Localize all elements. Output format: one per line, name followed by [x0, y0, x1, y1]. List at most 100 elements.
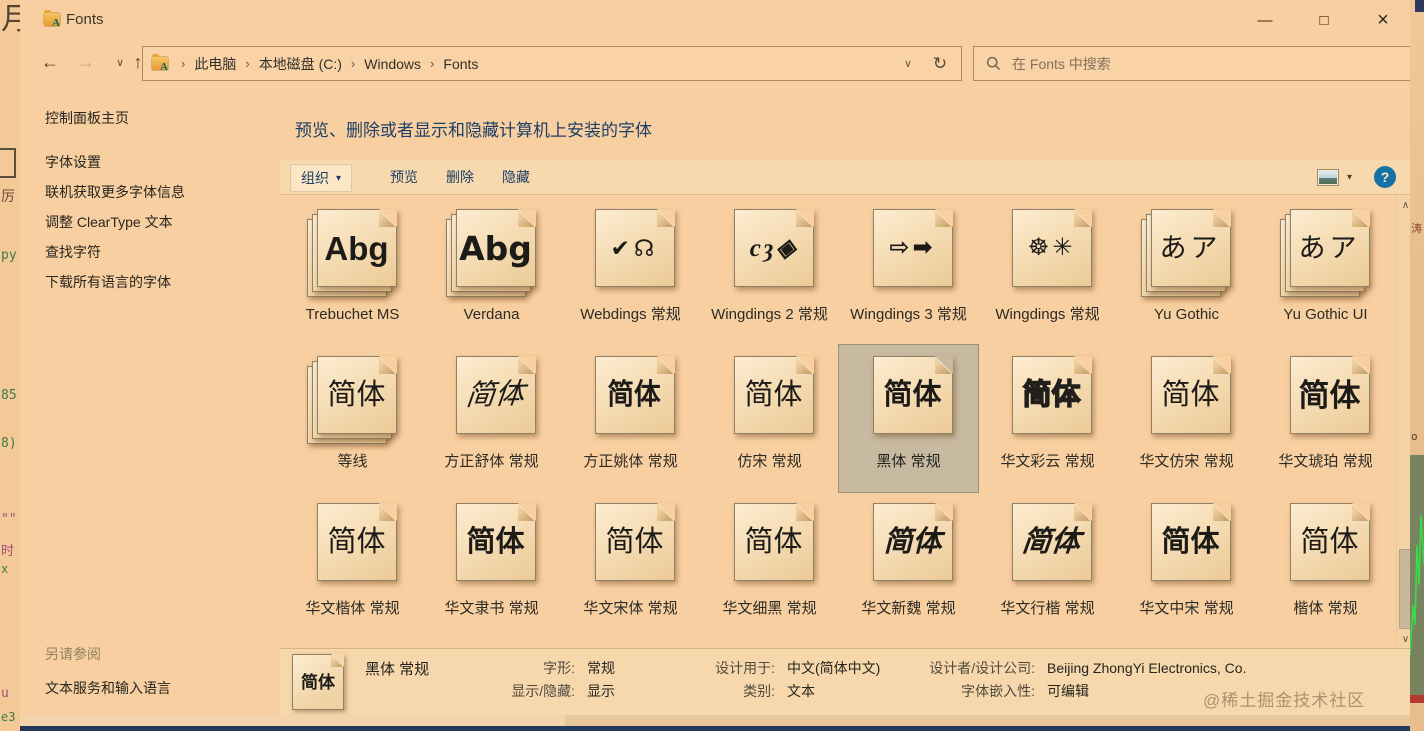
window-title: Fonts — [66, 11, 104, 28]
font-item[interactable]: 简体 楷体 常规 — [1256, 492, 1395, 639]
font-preview-glyph: 简体 — [1161, 378, 1220, 411]
sidebar-item-control-panel-home[interactable]: 控制面板主页 — [45, 108, 129, 128]
font-preview-glyph: 简体 — [327, 525, 386, 558]
breadcrumb-separator-icon: › — [245, 56, 250, 71]
font-preview-glyph: 简体 — [1300, 525, 1359, 558]
sidebar-see-also-link[interactable]: 文本服务和输入语言 — [45, 678, 171, 708]
address-bar[interactable]: A › 此电脑 › 本地磁盘 (C:) › Windows › Fonts ∨ — [142, 46, 922, 81]
page-icon: ⇨➡ — [872, 209, 953, 287]
change-view-button[interactable]: ▾ — [1316, 168, 1352, 186]
font-file-icon: ☸✳ — [1002, 209, 1094, 301]
refresh-button[interactable]: ↻ — [919, 46, 962, 81]
font-item[interactable]: 简体 华文琥珀 常规 — [1256, 345, 1395, 492]
font-preview-glyph: 简体 — [605, 525, 664, 558]
watermark: @稀土掘金技术社区 — [1203, 691, 1366, 710]
minimize-button[interactable]: — — [1242, 0, 1288, 40]
page-icon: 简体 — [1150, 356, 1231, 434]
toolbar-command[interactable]: 删除 — [432, 167, 488, 187]
font-file-icon: Abg — [306, 209, 399, 301]
forward-button[interactable]: → — [72, 48, 100, 76]
page-icon: あア — [1150, 209, 1231, 287]
font-item[interactable]: 简体 华文楷体 常规 — [283, 492, 422, 639]
font-file-icon: 简体 — [1002, 356, 1094, 448]
background-text-fragment: 85 — [1, 388, 17, 403]
font-item[interactable]: cȝ◈ Wingdings 2 常规 — [700, 198, 839, 345]
breadcrumb-item[interactable]: Fonts — [443, 56, 478, 72]
command-toolbar: 组织 ▾ 预览 删除 隐藏 ▾ ? — [280, 160, 1410, 195]
selected-font-icon: 简体 — [292, 654, 348, 712]
font-file-icon: 简体 — [1280, 503, 1372, 595]
font-item[interactable]: 简体 华文细黑 常规 — [700, 492, 839, 639]
font-name-label: Trebuchet MS — [305, 306, 400, 323]
background-window-fragment — [20, 715, 565, 726]
search-box[interactable] — [973, 46, 1412, 81]
font-item[interactable]: あア Yu Gothic — [1117, 198, 1256, 345]
font-item[interactable]: ⇨➡ Wingdings 3 常规 — [839, 198, 978, 345]
font-item[interactable]: 简体 华文宋体 常规 — [561, 492, 700, 639]
search-input[interactable] — [1010, 54, 1394, 73]
font-item[interactable]: 简体 华文彩云 常规 — [978, 345, 1117, 492]
font-item[interactable]: 简体 华文新魏 常规 — [839, 492, 978, 639]
font-preview-glyph: 简体 — [744, 525, 803, 558]
background-text-fragment: 8) — [1, 436, 17, 451]
font-file-icon: 简体 — [306, 356, 399, 448]
font-name-label: 华文细黑 常规 — [722, 600, 817, 617]
organize-caret-icon: ▾ — [336, 172, 342, 184]
sidebar-task-link[interactable]: 下载所有语言的字体 — [45, 272, 185, 302]
font-file-icon: 简体 — [307, 503, 399, 595]
font-item[interactable]: ☸✳ Wingdings 常规 — [978, 198, 1117, 345]
sidebar-task-link[interactable]: 联机获取更多字体信息 — [45, 182, 185, 212]
search-icon — [986, 56, 1001, 71]
font-item[interactable]: 简体 华文行楷 常规 — [978, 492, 1117, 639]
font-item[interactable]: 简体 等线 — [283, 345, 422, 492]
details-label: 字体嵌入性: — [961, 683, 1035, 699]
toolbar-command[interactable]: 隐藏 — [488, 167, 544, 187]
maximize-button[interactable]: □ — [1301, 0, 1347, 40]
font-item[interactable]: あア Yu Gothic UI — [1256, 198, 1395, 345]
sidebar-task-link[interactable]: 调整 ClearType 文本 — [45, 212, 185, 242]
page-icon: cȝ◈ — [733, 209, 814, 287]
font-item[interactable]: 简体 方正姚体 常规 — [561, 345, 700, 492]
font-name-label: 华文楷体 常规 — [305, 600, 400, 617]
see-also-heading: 另请参阅 — [45, 646, 101, 662]
font-item[interactable]: 简体 黑体 常规 — [838, 344, 979, 493]
font-name-label: 华文仿宋 常规 — [1139, 453, 1234, 470]
font-item[interactable]: 简体 华文仿宋 常规 — [1117, 345, 1256, 492]
address-dropdown-icon[interactable]: ∨ — [904, 57, 912, 70]
font-preview-glyph: ✔☊ — [610, 234, 659, 261]
breadcrumb-item[interactable]: 此电脑 — [194, 54, 236, 74]
titlebar[interactable]: A Fonts — □ × — [20, 0, 1410, 40]
font-item[interactable]: 简体 华文隶书 常规 — [422, 492, 561, 639]
background-text-fragment: o — [1411, 430, 1418, 443]
font-item[interactable]: 简体 华文中宋 常规 — [1117, 492, 1256, 639]
font-item[interactable]: 简体 仿宋 常规 — [700, 345, 839, 492]
sidebar-task-link[interactable]: 字体设置 — [45, 152, 185, 182]
background-navy-line — [20, 726, 1410, 731]
background-text-fragment: 月 — [1, 0, 20, 38]
page-icon: 简体 — [316, 356, 397, 434]
details-row: 设计者/设计公司: Beijing ZhongYi Electronics, C… — [860, 657, 1246, 680]
organize-button[interactable]: 组织 ▾ — [290, 164, 353, 192]
close-button[interactable]: × — [1360, 0, 1406, 40]
sidebar-task-link[interactable]: 查找字符 — [45, 242, 185, 272]
sidebar: 控制面板主页 字体设置 联机获取更多字体信息 调整 ClearType 文本 查… — [20, 84, 280, 715]
font-item[interactable]: Abg Verdana — [422, 198, 561, 345]
details-label: 设计用于: — [715, 660, 775, 676]
organize-label: 组织 — [301, 170, 329, 186]
font-item[interactable]: Abg Trebuchet MS — [283, 198, 422, 345]
help-button[interactable]: ? — [1374, 166, 1396, 188]
font-item[interactable]: 简体 方正舒体 常规 — [422, 345, 561, 492]
page-icon: ☸✳ — [1011, 209, 1092, 287]
breadcrumb-item[interactable]: Windows — [364, 56, 421, 72]
toolbar-menu: 预览 删除 隐藏 — [376, 160, 544, 194]
font-name-label: 华文彩云 常规 — [1000, 453, 1095, 470]
toolbar-command[interactable]: 预览 — [376, 167, 432, 187]
font-preview-glyph: ☸✳ — [1027, 234, 1076, 261]
breadcrumb-item[interactable]: 本地磁盘 (C:) — [259, 54, 342, 74]
page-icon: 简体 — [733, 503, 814, 581]
details-label: 字形: — [543, 660, 575, 676]
font-file-icon: ✔☊ — [585, 209, 677, 301]
font-item[interactable]: ✔☊ Webdings 常规 — [561, 198, 700, 345]
background-text-fragment: py — [1, 248, 17, 263]
back-button[interactable]: ← — [36, 48, 64, 76]
